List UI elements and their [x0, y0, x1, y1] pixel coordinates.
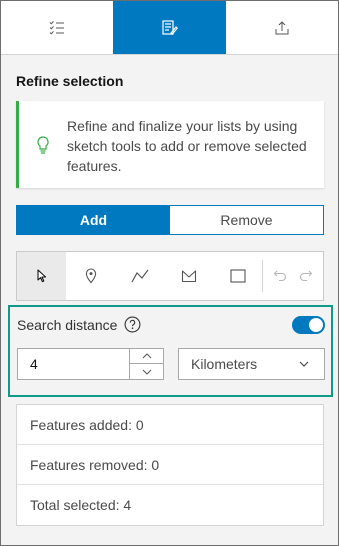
redo-icon[interactable] — [299, 269, 313, 283]
unit-select[interactable]: Kilometers — [178, 348, 325, 380]
refine-panel: Refine selection Refine and finalize you… — [0, 0, 339, 546]
polyline-tool-button[interactable] — [115, 252, 164, 300]
select-pointer-icon — [36, 269, 46, 283]
features-removed: Features removed: 0 — [17, 445, 323, 485]
remove-button[interactable]: Remove — [170, 206, 323, 234]
toggle-knob — [309, 318, 323, 332]
help-icon[interactable] — [124, 316, 141, 333]
selection-stats: Features added: 0 Features removed: 0 To… — [16, 404, 324, 526]
point-icon — [85, 268, 96, 284]
tab-edit[interactable] — [113, 1, 226, 54]
notice-message: Refine and finalize your lists by using … — [67, 118, 307, 174]
add-remove-segmented-control: Add Remove — [16, 205, 324, 235]
export-icon — [275, 20, 289, 34]
undo-redo-group — [263, 252, 323, 300]
chevron-up-icon — [142, 353, 151, 359]
sketch-toolbar — [16, 251, 324, 301]
total-selected: Total selected: 4 — [30, 497, 132, 513]
search-distance-toggle[interactable] — [292, 316, 325, 334]
search-distance-label: Search distance — [17, 317, 118, 333]
undo-icon[interactable] — [273, 269, 287, 283]
unit-selected-value: Kilometers — [191, 356, 258, 372]
tab-bar — [1, 1, 338, 55]
polygon-icon — [181, 270, 196, 283]
features-added: Features added: 0 — [17, 405, 323, 445]
tab-list[interactable] — [1, 1, 113, 54]
point-tool-button[interactable] — [66, 252, 115, 300]
list-check-icon — [49, 20, 65, 35]
edit-form-icon — [162, 19, 179, 35]
distance-input[interactable]: 4 — [17, 348, 164, 380]
distance-value: 4 — [30, 356, 38, 372]
increment-button[interactable] — [130, 349, 163, 364]
add-button[interactable]: Add — [17, 206, 170, 234]
chevron-down-icon — [299, 361, 309, 367]
rectangle-icon — [229, 269, 246, 283]
decrement-button[interactable] — [130, 364, 163, 379]
polygon-tool-button[interactable] — [164, 252, 213, 300]
chevron-down-icon — [142, 369, 151, 375]
rectangle-tool-button[interactable] — [213, 252, 262, 300]
lightbulb-icon — [37, 136, 49, 154]
select-tool-button[interactable] — [17, 252, 66, 300]
search-distance-group: Search distance 4 Kilometers — [8, 305, 333, 397]
info-notice: Refine and finalize your lists by using … — [16, 101, 324, 188]
tab-export[interactable] — [226, 1, 338, 54]
polyline-icon — [130, 269, 148, 283]
distance-stepper — [129, 349, 163, 379]
section-title: Refine selection — [16, 73, 124, 89]
